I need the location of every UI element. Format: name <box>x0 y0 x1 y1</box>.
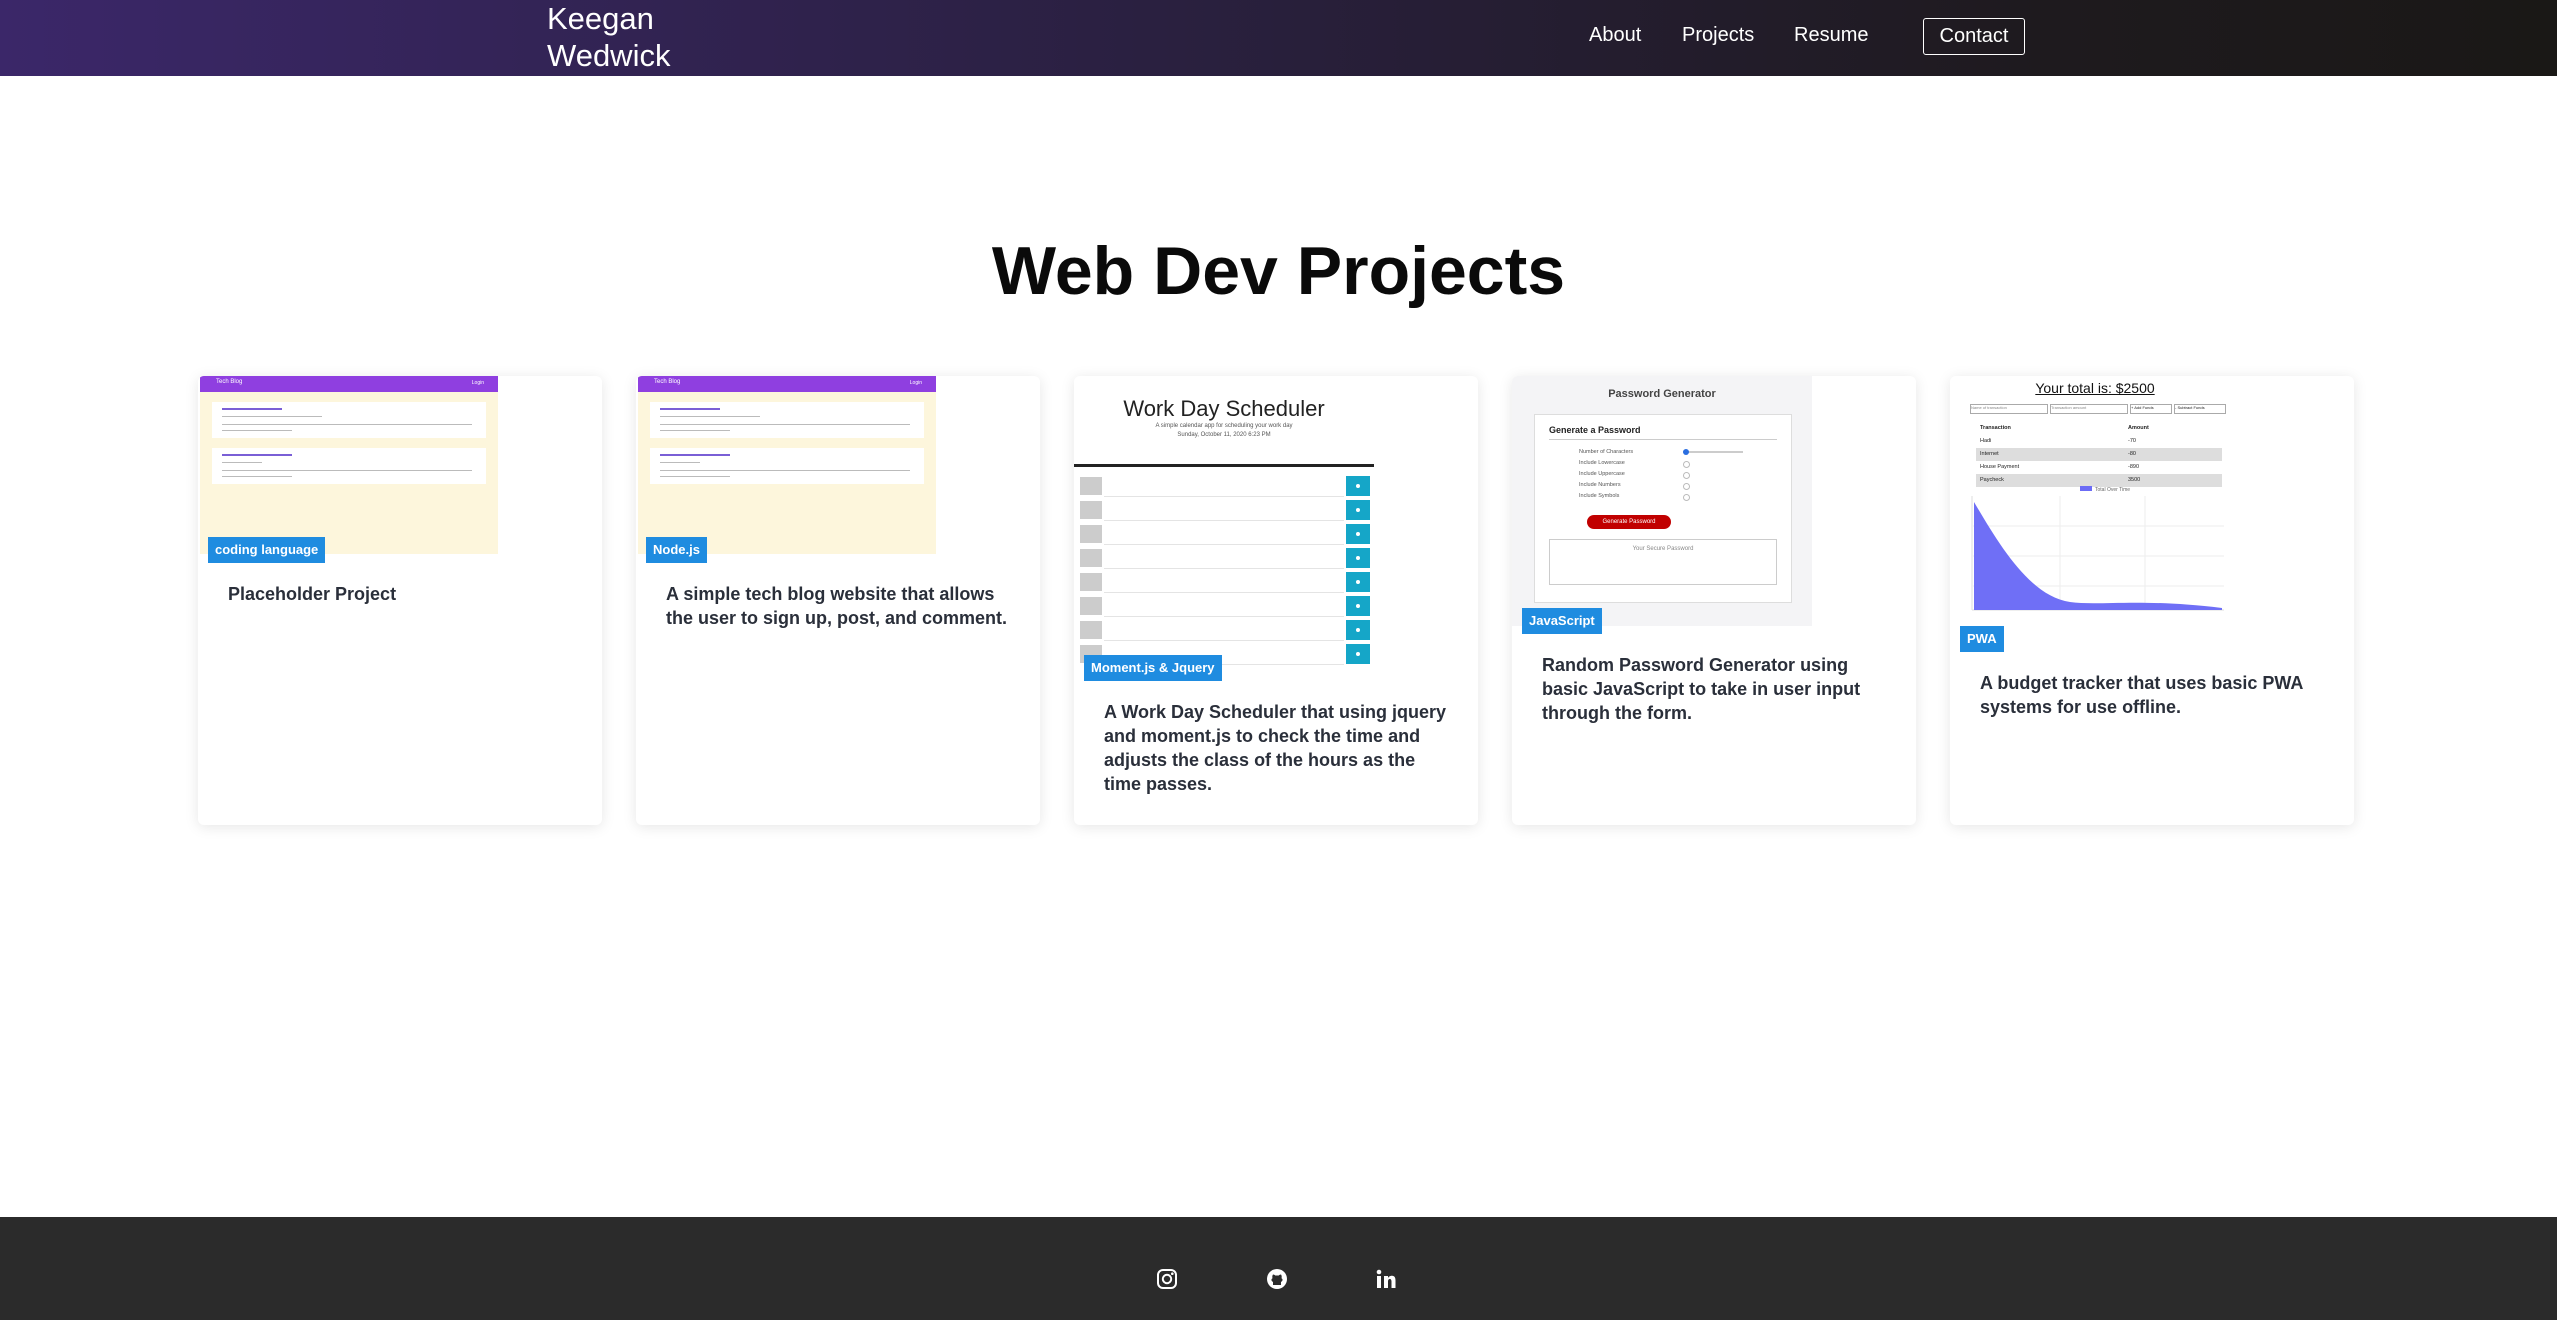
nav-link-resume[interactable]: Resume <box>1794 24 1868 47</box>
project-thumbnail: Tech Blog Login <box>200 376 498 554</box>
project-card-placeholder[interactable]: Tech Blog Login coding language Placehold… <box>198 376 602 825</box>
blog-site-title: Tech Blog <box>216 379 243 385</box>
project-tag: Node.js <box>646 537 707 563</box>
navbar: Keegan Wedwick About Projects Resume Con… <box>0 0 2557 76</box>
project-card-password-generator[interactable]: Password Generator Generate a Password N… <box>1512 376 1916 825</box>
budget-chart-legend: Total Over Time <box>2095 487 2130 493</box>
project-thumbnail: Password Generator Generate a Password N… <box>1512 376 1812 626</box>
password-card-title: Generate a Password <box>1549 425 1641 435</box>
password-option: Include Uppercase <box>1579 471 1625 477</box>
password-option: Number of Characters <box>1579 449 1634 455</box>
blog-login: Login <box>471 380 484 386</box>
budget-cell: -890 <box>2128 464 2140 470</box>
password-title: Password Generator <box>1608 388 1716 400</box>
budget-table-header: Amount <box>2128 425 2149 431</box>
project-description: A Work Day Scheduler that using jquery a… <box>1104 702 1447 794</box>
budget-total: Your total is: $2500 <box>2035 380 2155 396</box>
budget-cell: Hadi <box>1980 438 1992 444</box>
budget-cell: Internet <box>1980 451 1999 457</box>
project-thumbnail: Work Day Scheduler A simple calendar app… <box>1074 376 1374 674</box>
budget-amount-input: Transaction amount <box>2050 404 2128 414</box>
budget-chart: Total Over Time <box>1971 486 2224 611</box>
scheduler-title: Work Day Scheduler <box>1123 396 1325 421</box>
brand-logo[interactable]: Keegan Wedwick <box>547 0 670 74</box>
project-tag: Moment.js & Jquery <box>1084 655 1222 681</box>
budget-table-header: Transaction <box>1980 425 2011 431</box>
password-option: Include Symbols <box>1579 493 1620 499</box>
project-card-tech-blog[interactable]: Tech Blog Login Node.js A simple tech blo… <box>636 376 1040 825</box>
password-option: Include Numbers <box>1579 482 1621 488</box>
project-card-budget-tracker[interactable]: Your total is: $2500 Name of transaction… <box>1950 376 2354 825</box>
password-generate-button: Generate Password <box>1587 515 1671 529</box>
footer <box>0 1217 2557 1320</box>
scheduler-subtitle: A simple calendar app for scheduling you… <box>1155 423 1293 429</box>
page-title: Web Dev Projects <box>991 233 1566 309</box>
project-description: Placeholder Project <box>228 584 397 604</box>
blog-site-title: Tech Blog <box>654 379 681 385</box>
nav-link-projects[interactable]: Projects <box>1682 24 1754 47</box>
budget-cell: -70 <box>2128 438 2136 444</box>
project-thumbnail: Your total is: $2500 Name of transaction… <box>1950 376 2240 624</box>
project-description: A simple tech blog website that allows t… <box>666 584 1008 628</box>
github-icon[interactable] <box>1266 1268 1288 1295</box>
brand-line-2: Wedwick <box>547 38 671 73</box>
scheduler-date: Sunday, October 11, 2020 6:23 PM <box>1177 432 1271 438</box>
project-tag: PWA <box>1960 626 2004 652</box>
instagram-icon[interactable] <box>1156 1268 1178 1295</box>
nav-link-about[interactable]: About <box>1589 24 1641 47</box>
project-card-work-day-scheduler[interactable]: Work Day Scheduler A simple calendar app… <box>1074 376 1478 825</box>
budget-subtract-button: - Subtract Funds <box>2174 404 2226 414</box>
contact-button[interactable]: Contact <box>1923 18 2025 55</box>
blog-login: Login <box>909 380 922 386</box>
budget-table: Transaction Amount Hadi -70 Internet -80 Ho… <box>1976 422 2222 487</box>
budget-cell: House Payment <box>1980 464 2020 470</box>
project-description: Random Password Generator using basic Ja… <box>1542 655 1861 723</box>
password-option: Include Lowercase <box>1579 460 1625 466</box>
budget-name-input: Name of transaction <box>1970 404 2048 414</box>
linkedin-icon[interactable] <box>1375 1268 1397 1295</box>
brand-line-1: Keegan <box>547 1 654 36</box>
project-tag: coding language <box>208 537 326 563</box>
project-tag: JavaScript <box>1522 608 1602 634</box>
budget-add-button: + Add Funds <box>2130 404 2172 414</box>
project-description: A budget tracker that uses basic PWA sys… <box>1980 673 2303 717</box>
budget-cell: -80 <box>2128 451 2136 457</box>
project-thumbnail: Tech Blog Login <box>638 376 936 554</box>
password-output: Your Secure Password <box>1549 539 1777 585</box>
